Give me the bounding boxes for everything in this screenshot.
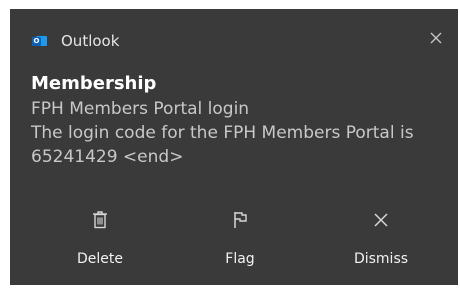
delete-button[interactable]: Delete <box>55 207 145 271</box>
trash-icon <box>93 211 107 229</box>
close-button[interactable] <box>428 30 444 46</box>
delete-label: Delete <box>77 251 123 267</box>
dismiss-label: Dismiss <box>353 251 409 267</box>
close-icon <box>374 213 388 227</box>
app-name: Outlook <box>61 32 120 50</box>
notification-subject: FPH Members Portal login <box>31 99 250 119</box>
outlook-icon: O <box>32 34 47 48</box>
flag-button[interactable]: Flag <box>195 207 285 271</box>
notification-toast[interactable]: O Outlook Membership FPH Members Portal … <box>10 9 458 285</box>
flag-icon <box>234 212 247 228</box>
dismiss-button[interactable]: Dismiss <box>336 207 426 271</box>
notification-title: Membership <box>31 73 157 94</box>
flag-label: Flag <box>225 251 255 267</box>
notification-body-line: 65241429 <end> <box>31 147 184 167</box>
notification-body-line: The login code for the FPH Members Porta… <box>31 123 414 143</box>
close-icon <box>430 32 442 44</box>
notification-header: O Outlook <box>32 31 119 51</box>
